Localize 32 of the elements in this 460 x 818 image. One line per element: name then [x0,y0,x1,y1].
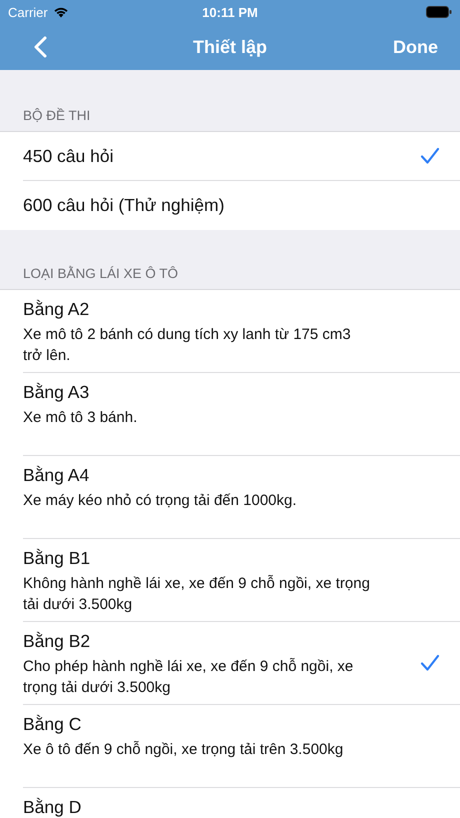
option-row[interactable]: Bằng A2 Xe mô tô 2 bánh có dung tích xy lanh từ 175 cm3 trở lên. [0,290,460,373]
screen-title: Thiết lập [192,36,268,58]
option-title: Bằng A2 [23,298,90,320]
option-row[interactable]: Bằng A3 Xe mô tô 3 bánh. [0,372,460,456]
option-title: Bằng D [23,796,82,818]
option-title: Bằng A4 [23,464,90,486]
option-description: Không hành nghề lái xe, xe đến 9 chỗ ngồi, xe trọng tải dưới 3.500kg [23,574,371,615]
option-title: Bằng C [23,712,82,735]
section-header: LOẠI BẰNG LÁI XE Ô TÔ [23,266,178,281]
option-title: 600 câu hỏi (Thử nghiệm) [23,194,226,216]
option-row[interactable]: Bằng B1 Không hành nghề lái xe, xe đến 9 chỗ ngồi, xe trọng tải dưới 3.500kg [0,538,460,622]
option-row[interactable]: Bằng B2 Cho phép hành nghề lái xe, xe đến 9 chỗ ngồi, xe trọng tải dưới 3.500kg [0,622,460,705]
option-description: Xe máy kéo nhỏ có trọng tải đến 1000kg. [23,490,298,511]
option-row[interactable]: 450 câu hỏi [0,132,460,181]
option-row[interactable]: Bằng A4 Xe máy kéo nhỏ có trọng tải đến 1000kg. [0,456,460,539]
option-title: 450 câu hỏi [23,144,114,167]
wifi-icon [52,6,69,18]
carrier-label: Carrier [8,4,48,20]
option-description: Cho phép hành nghề lái xe, xe đến 9 chỗ ngồi, xe trọng tải dưới 3.500kg [23,656,354,698]
option-row[interactable]: 600 câu hỏi (Thử nghiệm) [0,180,460,230]
option-title: Bằng A3 [23,380,90,403]
battery-icon [426,6,452,18]
option-description: Xe mô tô 2 bánh có dung tích xy lanh từ 175 cm3 trở lên. [23,324,352,366]
section-header: BỘ ĐỀ THI [23,108,90,123]
option-description: Xe mô tô 3 bánh. [23,408,138,428]
status-time: 10:11 PM [202,4,258,20]
option-description: Xe ô tô đến 9 chỗ ngồi, xe trọng tải trên 3.500kg [23,740,344,760]
option-row[interactable]: Bằng C Xe ô tô đến 9 chỗ ngồi, xe trọng tải trên 3.500kg [0,704,460,788]
back-chevron-icon [34,36,47,58]
option-title: Bằng B1 [23,546,92,569]
option-title: Bằng B2 [23,630,92,652]
option-row[interactable]: Bằng D [0,788,460,818]
